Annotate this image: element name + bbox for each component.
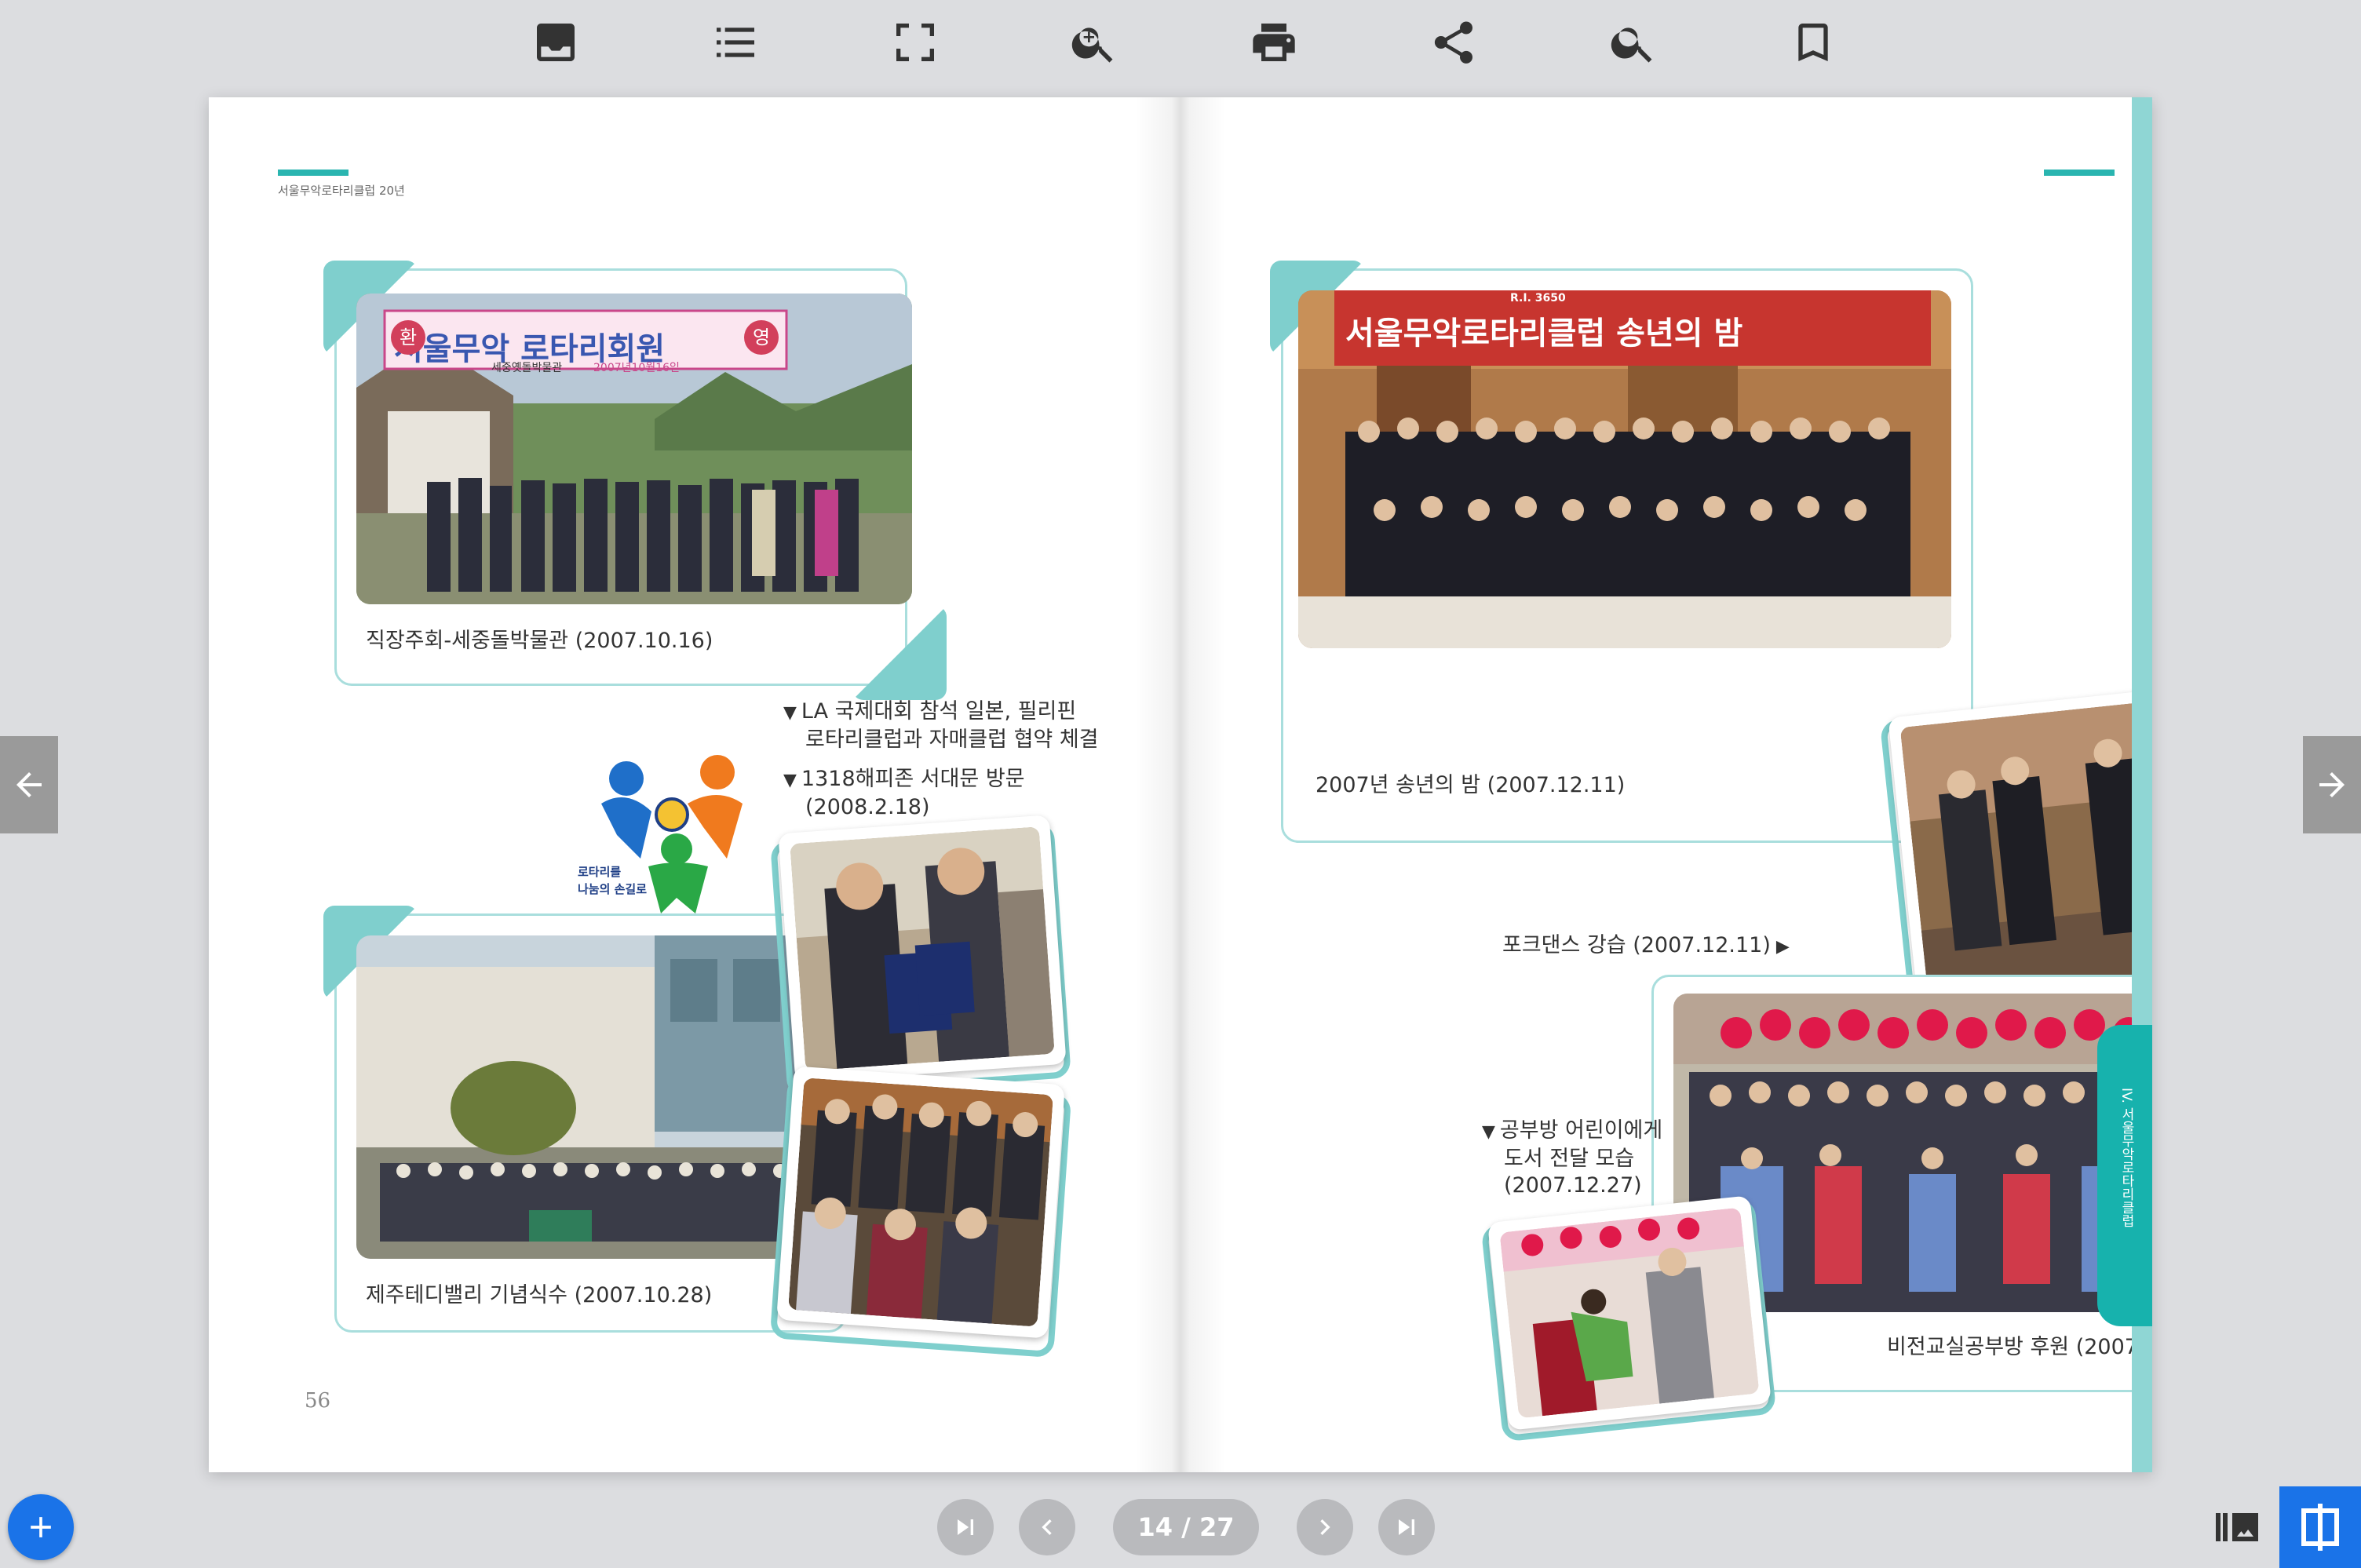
fullscreen-icon xyxy=(896,24,934,61)
banner-top: R.I. 3650 xyxy=(1510,292,1566,304)
page-indicator[interactable]: 14 / 27 xyxy=(1113,1499,1259,1555)
banner-title: 서울무악로타리클럽 송년의 밤 xyxy=(1345,315,1743,352)
folk-dance-photo xyxy=(1888,680,2152,1016)
banner-sub: 세중옛돌박물관 xyxy=(491,362,563,374)
left-page: 서울무악로타리클럽 20년 서울무악 로타리회원 환 영 세중옛돌박물관 200… xyxy=(209,97,1180,1472)
right-page: R.I. 3650 서울무악로타리클럽 송년의 밤 2007년 송년의 밤 (2… xyxy=(1180,97,2152,1472)
header-accent xyxy=(278,170,348,176)
previous-page-button[interactable] xyxy=(1019,1499,1075,1555)
rotary-sharing-logo: 로타리를 나눔의 손길로 xyxy=(578,749,758,921)
caption-jeju: 제주테디밸리 기념식수 (2007.10.28) xyxy=(366,1283,713,1307)
next-page-arrow[interactable] xyxy=(2303,736,2361,833)
next-page-button[interactable] xyxy=(1297,1499,1353,1555)
book-view-icon xyxy=(2301,1504,2339,1551)
first-page-icon xyxy=(958,1519,973,1535)
happy-zone-photo xyxy=(776,1066,1065,1339)
fullscreen-button[interactable] xyxy=(882,9,948,75)
share-icon xyxy=(1434,21,1472,64)
last-page-icon xyxy=(1399,1519,1414,1535)
page-number: 56 xyxy=(305,1389,331,1413)
caption-study-room: 비전교실공부방 후원 (2007.12.27) xyxy=(1887,1335,2152,1359)
sister-club-photo xyxy=(778,815,1067,1083)
chapter-tab-label: IV. 서울무악로타리클럽 xyxy=(2118,1088,2134,1228)
search-icon xyxy=(1611,27,1652,63)
note-happy-zone: ▼ 1318해피존 서대문 방문 (2008.2.18) xyxy=(783,767,1025,819)
share-button[interactable] xyxy=(1421,9,1487,75)
zoom-in-icon xyxy=(1071,27,1113,63)
note-book-delivery: ▼ 공부방 어린이에게 도서 전달 모습 (2007.12.27) xyxy=(1482,1118,1663,1198)
last-page-button[interactable] xyxy=(1378,1499,1435,1555)
note-la-convention: ▼ LA 국제대회 참석 일본, 필리핀 로타리클럽과 자매클럽 협약 체결 xyxy=(783,699,1099,752)
top-toolbar xyxy=(0,0,2361,86)
plus-icon xyxy=(31,1517,51,1537)
book-delivery-photo xyxy=(1487,1195,1772,1431)
double-page-view-button[interactable] xyxy=(2279,1486,2361,1568)
bookmark-button[interactable] xyxy=(1780,9,1846,75)
print-button[interactable] xyxy=(1241,9,1307,75)
thumbnails-button[interactable] xyxy=(2198,1486,2276,1568)
download-button[interactable] xyxy=(523,9,589,75)
first-page-button[interactable] xyxy=(937,1499,994,1555)
chapter-tab[interactable]: IV. 서울무악로타리클럽 xyxy=(2097,1025,2152,1326)
zoom-in-button[interactable] xyxy=(1061,9,1127,75)
chevron-right-icon xyxy=(1320,1519,1330,1535)
download-icon xyxy=(537,24,575,61)
arrow-left-icon xyxy=(16,772,42,797)
banner-left-badge: 환 xyxy=(391,320,425,355)
running-head: 서울무악로타리클럽 20년 xyxy=(278,184,405,198)
caption-museum: 직장주회-세중돌박물관 (2007.10.16) xyxy=(366,629,713,653)
banner-date: 2007년10월16일 xyxy=(593,362,680,374)
banner-right-badge: 영 xyxy=(744,320,779,355)
header-accent xyxy=(2044,170,2115,176)
list-icon xyxy=(717,27,754,57)
add-button[interactable] xyxy=(8,1494,74,1560)
caption-year-end: 2007년 송년의 밤 (2007.12.11) xyxy=(1316,773,1626,797)
arrow-right-icon xyxy=(2319,772,2345,797)
previous-page-arrow[interactable] xyxy=(0,736,58,833)
table-of-contents-button[interactable] xyxy=(702,9,768,75)
print-icon xyxy=(1253,24,1295,61)
search-button[interactable] xyxy=(1600,9,1666,75)
thumbnails-icon xyxy=(2216,1513,2258,1541)
chevron-left-icon xyxy=(1042,1519,1052,1535)
caption-folk-dance: 포크댄스 강습 (2007.12.11) ▶ xyxy=(1502,933,1790,957)
book-spread: 서울무악로타리클럽 20년 서울무악 로타리회원 환 영 세중옛돌박물관 200… xyxy=(209,97,2152,1472)
bookmark-icon xyxy=(1798,24,1828,61)
